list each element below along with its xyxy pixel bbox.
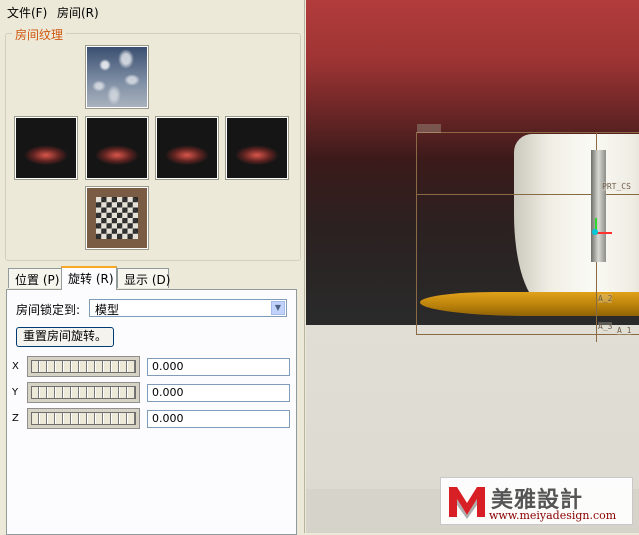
axis-a3-label: A_3 [598, 322, 613, 331]
tab-position[interactable]: 位置 (P) [8, 268, 62, 288]
front-datum-left-edge [416, 132, 417, 335]
floor-texture-thumb[interactable] [85, 186, 149, 250]
menu-bar: 文件(F) 房间(R) [0, 0, 303, 22]
wall-texture-thumb-left[interactable] [14, 116, 78, 180]
reset-room-rotation-button[interactable]: 重置房间旋转。 [16, 327, 114, 347]
z-rotation-field[interactable]: 0.000 [147, 410, 290, 428]
model-viewport[interactable]: FRONT PRT_CS A_2 A_3 A_1 [306, 0, 639, 533]
room-texture-title: 房间纹理 [12, 26, 67, 43]
checkerboard-pattern [96, 197, 138, 239]
front-datum-top-edge [416, 132, 639, 133]
room-lock-select[interactable]: 模型 ▼ [89, 299, 287, 317]
wall-texture-thumb-front[interactable] [85, 116, 149, 180]
csys-x-axis [596, 232, 612, 234]
y-rotation-field[interactable]: 0.000 [147, 384, 290, 402]
datum-plane [591, 150, 606, 262]
x-rotation-thumbwheel[interactable] [27, 356, 140, 377]
cup-model[interactable] [514, 134, 639, 304]
tab-display[interactable]: 显示 (D) [117, 268, 170, 288]
axis-z-label: Z [12, 413, 19, 424]
menu-file[interactable]: 文件(F) [7, 4, 47, 21]
front-datum-label: FRONT [417, 124, 442, 133]
menu-room[interactable]: 房间(R) [57, 4, 99, 21]
prt-csys-label: PRT_CS [602, 182, 631, 191]
front-datum-bottom-edge [416, 334, 639, 335]
axis-a1-label: A_1 [617, 326, 632, 335]
axis-x-label: X [12, 361, 19, 372]
z-rotation-thumbwheel[interactable] [27, 408, 140, 429]
wall-texture-thumb-right[interactable] [155, 116, 219, 180]
room-lock-label: 房间锁定到: [16, 303, 81, 317]
csys-origin [592, 229, 598, 235]
axis-y-label: Y [12, 387, 19, 398]
chevron-down-icon[interactable]: ▼ [271, 301, 285, 315]
wall-texture-thumb-back[interactable] [225, 116, 289, 180]
room-lock-value: 模型 [95, 303, 120, 317]
y-rotation-thumbwheel[interactable] [27, 382, 140, 403]
watermark-url: www.meiyadesign.com [489, 509, 617, 522]
ceiling-texture-thumb[interactable] [85, 45, 149, 109]
axis-a2-label: A_2 [598, 294, 613, 303]
tab-rotation[interactable]: 旋转 (R) [61, 266, 117, 290]
meiya-design-watermark: 美雅設計 www.meiyadesign.com [440, 477, 633, 525]
x-rotation-field[interactable]: 0.000 [147, 358, 290, 376]
room-editor-panel: 文件(F) 房间(R) 房间纹理 位置 (P) 旋转 (R) 显示 (D) 房间… [0, 0, 305, 535]
meiya-logo-icon [449, 487, 485, 519]
